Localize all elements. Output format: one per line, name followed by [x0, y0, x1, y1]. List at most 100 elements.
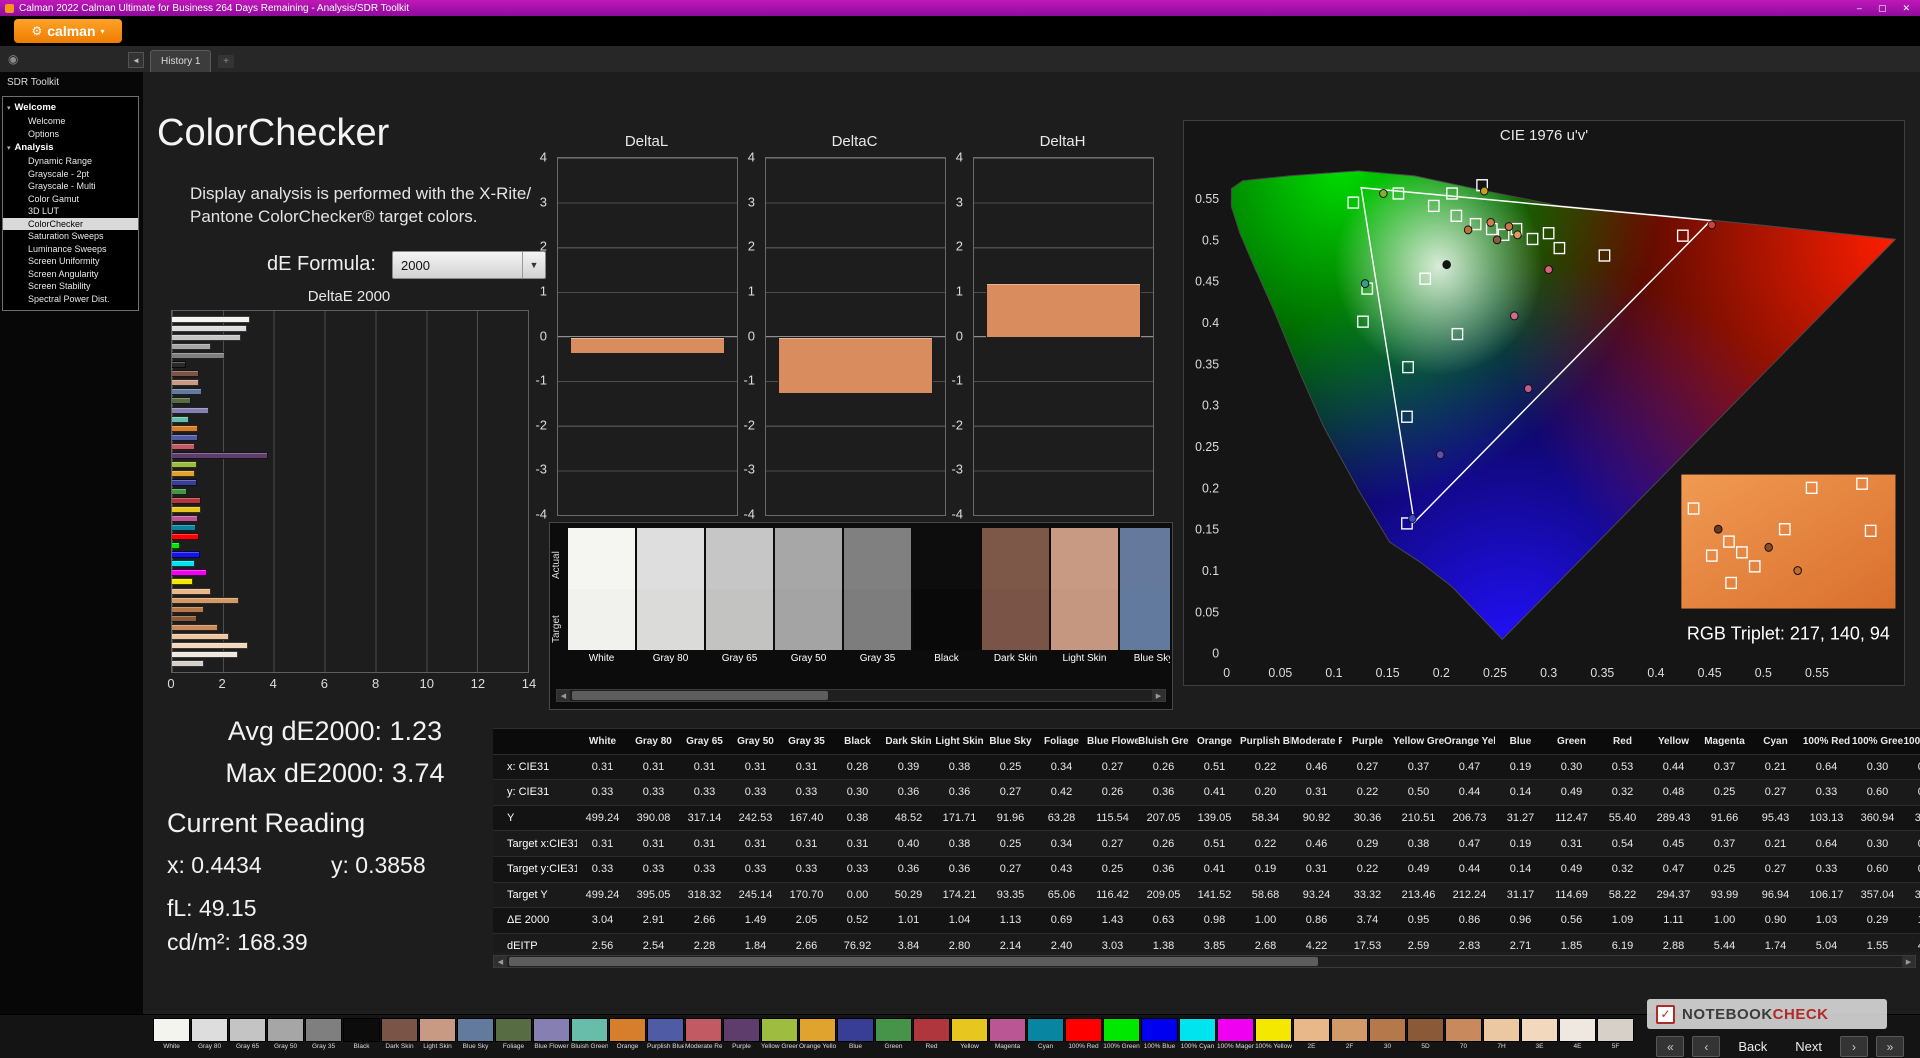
footer-patch-orange[interactable]: Orange [609, 1018, 646, 1053]
footer-patch-5d[interactable]: 5D [1407, 1018, 1444, 1053]
footer-patch-cyan[interactable]: Cyan [1027, 1018, 1064, 1053]
previous-slide-button[interactable]: ‹ [1692, 1036, 1721, 1057]
footer-patch-orange-yellow[interactable]: Orange Yellow [799, 1018, 836, 1053]
footer-patch-blue-flower[interactable]: Blue Flower [533, 1018, 570, 1053]
scroll-right-icon[interactable]: ▶ [1902, 956, 1915, 967]
first-slide-button[interactable]: « [1656, 1036, 1685, 1057]
table-cell: 0.14 [1509, 786, 1532, 799]
table-cell: 318.32 [687, 888, 722, 901]
maximize-icon[interactable]: ▢ [1878, 3, 1887, 14]
footer-patch-100-yellow[interactable]: 100% Yellow [1255, 1018, 1292, 1053]
sidebar-item-dynamic-range[interactable]: Dynamic Range [3, 155, 138, 168]
last-slide-button[interactable]: » [1876, 1036, 1904, 1057]
footer-patch-purple[interactable]: Purple [723, 1018, 760, 1053]
footer-patch-4e[interactable]: 4E [1559, 1018, 1596, 1053]
footer-patch-light-skin[interactable]: Light Skin [419, 1018, 456, 1053]
sidebar-item-luminance-sweeps[interactable]: Luminance Sweeps [3, 243, 138, 256]
scroll-left-icon[interactable]: ◀ [494, 956, 507, 967]
table-cell: 390.08 [636, 812, 671, 825]
minimize-icon[interactable]: – [1857, 3, 1862, 14]
swatch-actual [982, 528, 1049, 590]
footer-patch-3e[interactable]: 3E [1521, 1018, 1558, 1053]
sidebar-item-color-gamut[interactable]: Color Gamut [3, 193, 138, 206]
chevron-down-icon: ▾ [100, 26, 105, 36]
deltae-bar-4e [172, 650, 238, 658]
scroll-right-icon[interactable]: ▶ [1152, 690, 1165, 701]
footer-patch-100-green[interactable]: 100% Green [1103, 1018, 1140, 1053]
calman-menu-button[interactable]: ⚙ calman ▾ [14, 19, 122, 43]
footer-patch-swatch [1065, 1018, 1102, 1042]
footer-patch-red[interactable]: Red [913, 1018, 950, 1053]
footer-patch-blue[interactable]: Blue [837, 1018, 874, 1053]
tree-group-welcome[interactable]: ▾ Welcome [3, 100, 138, 115]
footer-patch-7h[interactable]: 7H [1483, 1018, 1520, 1053]
sidebar-item-grayscale-2pt[interactable]: Grayscale - 2pt [3, 168, 138, 181]
footer-patch-100-cyan[interactable]: 100% Cyan [1179, 1018, 1216, 1053]
footer-patch-magenta[interactable]: Magenta [989, 1018, 1026, 1053]
back-button[interactable]: Back [1728, 1039, 1777, 1054]
sidebar-item-colorchecker[interactable]: ColorChecker [3, 217, 138, 230]
footer-patch-5f[interactable]: 5F [1597, 1018, 1634, 1053]
footer-patch-white[interactable]: White [153, 1018, 190, 1053]
table-cell: 174.21 [942, 888, 977, 901]
tab-history-1[interactable]: History 1 [150, 50, 212, 72]
footer-patch-gray-50[interactable]: Gray 50 [267, 1018, 304, 1053]
sidebar-item-spectral-power-dist[interactable]: Spectral Power Dist. [3, 293, 138, 306]
footer-patch-70[interactable]: 70 [1445, 1018, 1482, 1053]
sidebar-item-options[interactable]: Options [3, 128, 138, 141]
workspace-icon[interactable]: ◉ [8, 52, 18, 66]
close-icon[interactable]: ✕ [1902, 3, 1910, 14]
swatch-scroll-track[interactable] [570, 690, 1152, 701]
footer-patch-100-magenta[interactable]: 100% Magenta [1217, 1018, 1254, 1053]
swatch-target [1120, 589, 1170, 651]
footer-patch-30[interactable]: 30 [1369, 1018, 1406, 1053]
footer-patch-moderate-red[interactable]: Moderate Red [685, 1018, 722, 1053]
footer-patch-gray-80[interactable]: Gray 80 [191, 1018, 228, 1053]
footer-patch-purplish-blue[interactable]: Purplish Blue [647, 1018, 684, 1053]
table-scrollbar[interactable]: ◀ ▶ [493, 955, 1916, 968]
tree-group-analysis[interactable]: ▾ Analysis [3, 140, 138, 155]
sidebar-item-screen-uniformity[interactable]: Screen Uniformity [3, 255, 138, 268]
cie-y-tick: 0 [1212, 646, 1219, 660]
footer-patch-2f[interactable]: 2F [1331, 1018, 1368, 1053]
footer-patch-dark-skin[interactable]: Dark Skin [381, 1018, 418, 1053]
table-cell: 0.64 [1815, 837, 1838, 850]
scroll-thumb[interactable] [572, 691, 829, 700]
forward-slide-button[interactable]: › [1840, 1036, 1868, 1057]
table-scroll-track[interactable] [507, 956, 1902, 967]
footer-patch-100-blue[interactable]: 100% Blue [1141, 1018, 1178, 1053]
scroll-thumb[interactable] [509, 957, 1319, 966]
axis-tick: -4 [743, 506, 755, 522]
deltae-bar-blue-sky [172, 388, 202, 396]
sidebar-item-3d-lut[interactable]: 3D LUT [3, 205, 138, 218]
table-cell: 0.22 [1356, 786, 1379, 799]
footer-patch-green[interactable]: Green [875, 1018, 912, 1053]
scroll-left-icon[interactable]: ◀ [557, 690, 570, 701]
footer-patch-black[interactable]: Black [343, 1018, 380, 1053]
footer-patch-bluish-green[interactable]: Bluish Green [571, 1018, 608, 1053]
sidebar-collapse-button[interactable]: ◄ [128, 52, 144, 68]
sidebar-item-grayscale-multi[interactable]: Grayscale - Multi [3, 180, 138, 193]
table-cell: 0.38 [948, 760, 971, 773]
new-tab-button[interactable]: + [218, 55, 234, 68]
footer-patch-100-red[interactable]: 100% Red [1065, 1018, 1102, 1053]
row-label: x: CIE31 [507, 760, 550, 773]
sidebar-item-saturation-sweeps[interactable]: Saturation Sweeps [3, 230, 138, 243]
footer-patch-label: 100% Yellow [1255, 1043, 1292, 1050]
footer-patch-gray-35[interactable]: Gray 35 [305, 1018, 342, 1053]
footer-patch-yellow-green[interactable]: Yellow Green [761, 1018, 798, 1053]
sidebar-item-screen-angularity[interactable]: Screen Angularity [3, 268, 138, 281]
table-cell: 0.46 [1305, 837, 1328, 850]
footer-patch-2e[interactable]: 2E [1293, 1018, 1330, 1053]
deltae-xticks: 0 2 4 6 8 10 12 14 [167, 676, 536, 692]
footer-patch-yellow[interactable]: Yellow [951, 1018, 988, 1053]
next-button[interactable]: Next [1785, 1039, 1832, 1054]
footer-patch-foliage[interactable]: Foliage [495, 1018, 532, 1053]
swatch-scrollbar[interactable]: ◀ ▶ [556, 689, 1166, 702]
footer-patch-blue-sky[interactable]: Blue Sky [457, 1018, 494, 1053]
sidebar-item-screen-stability[interactable]: Screen Stability [3, 280, 138, 293]
footer-patch-gray-65[interactable]: Gray 65 [229, 1018, 266, 1053]
sidebar-item-welcome[interactable]: Welcome [3, 115, 138, 128]
footer-patch-swatch [1255, 1018, 1292, 1042]
deltae-bar-purplish-blue [172, 433, 199, 441]
